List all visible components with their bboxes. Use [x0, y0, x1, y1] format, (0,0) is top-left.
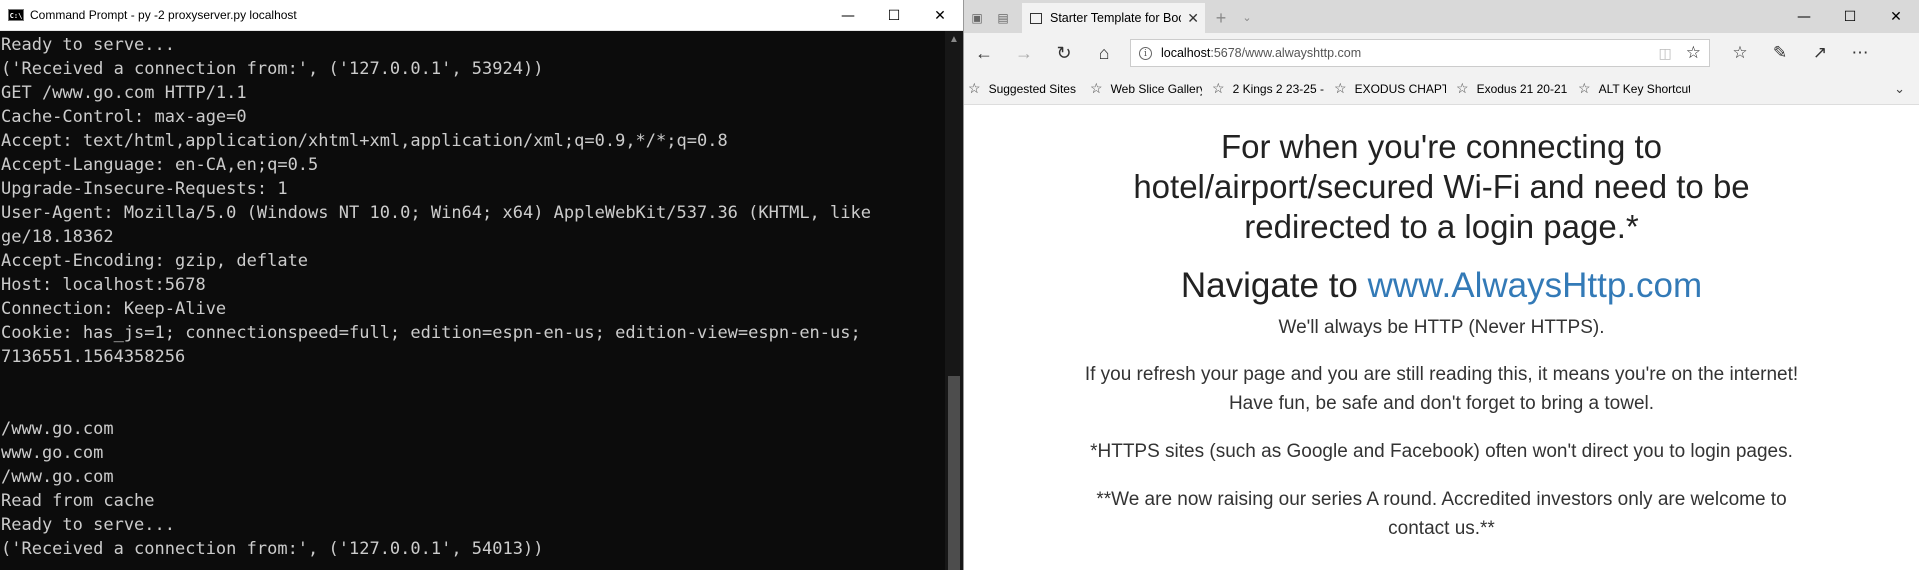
- console-line: Cache-Control: max-age=0: [1, 107, 247, 127]
- console-line: Read from cache: [1, 491, 155, 511]
- url-path: :5678/www.alwayshttp.com: [1210, 46, 1362, 60]
- page-favicon-icon: [1030, 12, 1042, 24]
- console-line: Accept-Language: en-CA,en;q=0.5: [1, 155, 319, 175]
- browser-maximize-button[interactable]: ☐: [1827, 0, 1873, 33]
- console-line: Cookie: has_js=1; connectionspeed=full; …: [1, 323, 861, 343]
- console-line: Ready to serve...: [1, 35, 175, 55]
- address-bar[interactable]: i localhost:5678/www.alwayshttp.com ◫ ☆: [1130, 39, 1710, 67]
- favorite-star-icon: ☆: [1090, 80, 1103, 96]
- favorites-overflow-chevron-icon[interactable]: ⌄: [1894, 81, 1905, 97]
- back-arrow-icon[interactable]: ←: [964, 33, 1004, 73]
- tabs-aside-list-icon[interactable]: ▤: [990, 3, 1016, 33]
- console-line: Connection: Keep-Alive: [1, 299, 227, 319]
- console-line: ge/18.18362: [1, 227, 114, 247]
- minimize-button[interactable]: —: [825, 0, 871, 31]
- console-line: www.go.com: [1, 443, 104, 463]
- browser-window[interactable]: ▣ ▤ Starter Template for Boo ✕ + ⌄ — ☐ ✕…: [963, 0, 1919, 570]
- cmd-titlebar[interactable]: C:\ Command Prompt - py -2 proxyserver.p…: [0, 0, 963, 31]
- browser-minimize-button[interactable]: —: [1781, 0, 1827, 33]
- console-scrollbar[interactable]: ▲: [945, 31, 963, 570]
- new-tab-icon[interactable]: +: [1205, 3, 1237, 33]
- favorite-item[interactable]: ☆EXODUS CHAPTER 21: [1334, 80, 1446, 97]
- more-menu-icon[interactable]: ⋯: [1840, 33, 1880, 73]
- body-paragraph-2: *HTTPS sites (such as Google and Faceboo…: [1090, 441, 1793, 462]
- favorite-star-icon: ☆: [1578, 80, 1591, 96]
- favorites-hub-icon[interactable]: ☆: [1720, 33, 1760, 73]
- command-prompt-window[interactable]: C:\ Command Prompt - py -2 proxyserver.p…: [0, 0, 963, 570]
- share-icon[interactable]: ↗: [1800, 33, 1840, 73]
- console-line: /www.go.com: [1, 419, 114, 439]
- favorite-star-icon[interactable]: ☆: [1686, 43, 1701, 63]
- favorite-item[interactable]: ☆2 Kings 2 23-25 - Elis: [1212, 80, 1324, 97]
- favorite-star-icon: ☆: [968, 80, 981, 96]
- body-paragraph-1: If you refresh your page and you are sti…: [1084, 364, 1799, 414]
- console-line: ('Received a connection from:', ('127.0.…: [1, 539, 544, 559]
- web-page-content: For when you're connecting to hotel/airp…: [964, 105, 1919, 570]
- tab-close-icon[interactable]: ✕: [1187, 10, 1199, 27]
- console-line: Upgrade-Insecure-Requests: 1: [1, 179, 288, 199]
- alwayshttp-link[interactable]: www.AlwaysHttp.com: [1368, 266, 1703, 305]
- scrollbar-thumb[interactable]: [948, 376, 960, 570]
- browser-close-button[interactable]: ✕: [1873, 0, 1919, 33]
- home-icon[interactable]: ⌂: [1084, 33, 1124, 73]
- favorite-star-icon: ☆: [1212, 80, 1225, 96]
- refresh-icon[interactable]: ↻: [1044, 33, 1084, 73]
- forward-arrow-icon[interactable]: →: [1004, 33, 1044, 73]
- lead-text: We'll always be HTTP (Never HTTPS).: [1278, 317, 1605, 338]
- console-line: /www.go.com: [1, 467, 114, 487]
- console-line: GET /www.go.com HTTP/1.1: [1, 83, 247, 103]
- tab-bar: ▣ ▤ Starter Template for Boo ✕ + ⌄ — ☐ ✕: [964, 0, 1919, 33]
- maximize-button[interactable]: ☐: [871, 0, 917, 31]
- favorite-item[interactable]: ☆ALT Key Shortcuts to: [1578, 80, 1690, 97]
- page-heading: For when you're connecting to hotel/airp…: [1133, 128, 1750, 245]
- site-info-icon[interactable]: i: [1139, 46, 1152, 60]
- console-line: Accept-Encoding: gzip, deflate: [1, 251, 309, 271]
- cmd-window-title: Command Prompt - py -2 proxyserver.py lo…: [30, 8, 297, 22]
- console-line: ('Received a connection from:', ('127.0.…: [1, 59, 544, 79]
- tab-title: Starter Template for Boo: [1050, 11, 1182, 25]
- console-line: 7136551.1564358256: [1, 347, 186, 367]
- console-line: Accept: text/html,application/xhtml+xml,…: [1, 131, 728, 151]
- console-line: Host: localhost:5678: [1, 275, 206, 295]
- navigate-heading: Navigate to www.AlwaysHttp.com: [1180, 266, 1703, 305]
- body-paragraph-3: **We are now raising our series A round.…: [1096, 489, 1787, 539]
- console-line: User-Agent: Mozilla/5.0 (Windows NT 10.0…: [1, 203, 871, 223]
- favorite-item[interactable]: ☆ Suggested Sites: [968, 80, 1080, 97]
- url-host: localhost: [1161, 46, 1211, 60]
- favorite-item[interactable]: ☆Exodus 21 20-21 - "A: [1456, 80, 1568, 97]
- cmd-app-icon: C:\: [8, 9, 24, 21]
- browser-tab-active[interactable]: Starter Template for Boo ✕: [1022, 3, 1205, 33]
- favorites-bar: ☆ Suggested Sites ☆ Web Slice Gallery ☆ 2 K…: [964, 73, 1919, 105]
- web-note-pen-icon[interactable]: ✎: [1760, 33, 1800, 73]
- navigation-bar: ← → ↻ ⌂ i localhost:5678/www.alwayshttp.…: [964, 33, 1919, 73]
- reading-view-icon[interactable]: ◫: [1659, 45, 1672, 62]
- scroll-up-arrow-icon[interactable]: ▲: [945, 31, 963, 49]
- close-button[interactable]: ✕: [917, 0, 963, 31]
- favorite-item[interactable]: ☆ Web Slice Gallery: [1090, 80, 1202, 97]
- tab-preview-chevron-icon[interactable]: ⌄: [1237, 3, 1257, 33]
- console-output[interactable]: Ready to serve... ('Received a connection…: [0, 31, 945, 570]
- favorite-star-icon: ☆: [1334, 80, 1347, 96]
- favorite-star-icon: ☆: [1456, 80, 1469, 96]
- url-text[interactable]: localhost:5678/www.alwayshttp.com: [1161, 46, 1659, 60]
- set-tabs-aside-icon[interactable]: ▣: [964, 3, 990, 33]
- console-line: Ready to serve...: [1, 515, 175, 535]
